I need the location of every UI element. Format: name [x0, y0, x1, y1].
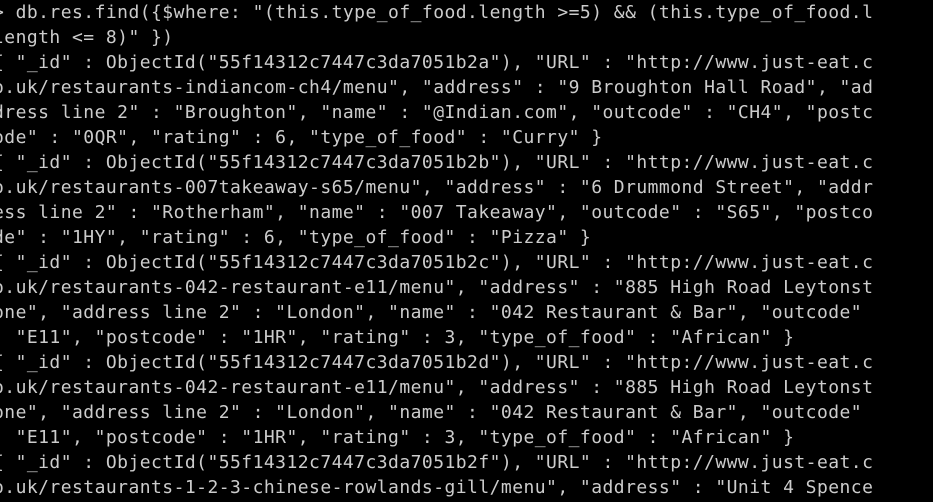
output-line: : "E11", "postcode" : "1HR", "rating" : …: [0, 427, 795, 448]
output-line: o.uk/restaurants-042-restaurant-e11/menu…: [0, 377, 874, 398]
output-line: o.uk/restaurants-indiancom-ch4/menu", "a…: [0, 77, 874, 98]
output-line: { "_id" : ObjectId("55f14312c7447c3da705…: [0, 352, 874, 373]
output-line: de" : "1HY", "rating" : 6, "type_of_food…: [0, 227, 592, 248]
output-line: one", "address line 2" : "London", "name…: [0, 402, 863, 423]
output-line: o.uk/restaurants-007takeaway-s65/menu", …: [0, 177, 874, 198]
output-line: { "_id" : ObjectId("55f14312c7447c3da705…: [0, 52, 874, 73]
output-line: o.uk/restaurants-1-2-3-chinese-rowlands-…: [0, 477, 874, 498]
output-line: { "_id" : ObjectId("55f14312c7447c3da705…: [0, 152, 874, 173]
terminal-output: > db.res.find({$where: "(this.type_of_fo…: [0, 0, 873, 500]
terminal-window[interactable]: > db.res.find({$where: "(this.type_of_fo…: [0, 0, 933, 502]
command-line: > db.res.find({$where: "(this.type_of_fo…: [0, 2, 874, 23]
command-line-continued: length <= 8)" }): [0, 27, 174, 48]
output-line: ode" : "0QR", "rating" : 6, "type_of_foo…: [0, 127, 603, 148]
output-line: { "_id" : ObjectId("55f14312c7447c3da705…: [0, 252, 874, 273]
output-line: { "_id" : ObjectId("55f14312c7447c3da705…: [0, 452, 874, 473]
output-line: dress line 2" : "Broughton", "name" : "@…: [0, 102, 874, 123]
output-line: one", "address line 2" : "London", "name…: [0, 302, 863, 323]
output-line: ess line 2" : "Rotherham", "name" : "007…: [0, 202, 874, 223]
output-line: : "E11", "postcode" : "1HR", "rating" : …: [0, 327, 795, 348]
output-line: o.uk/restaurants-042-restaurant-e11/menu…: [0, 277, 874, 298]
